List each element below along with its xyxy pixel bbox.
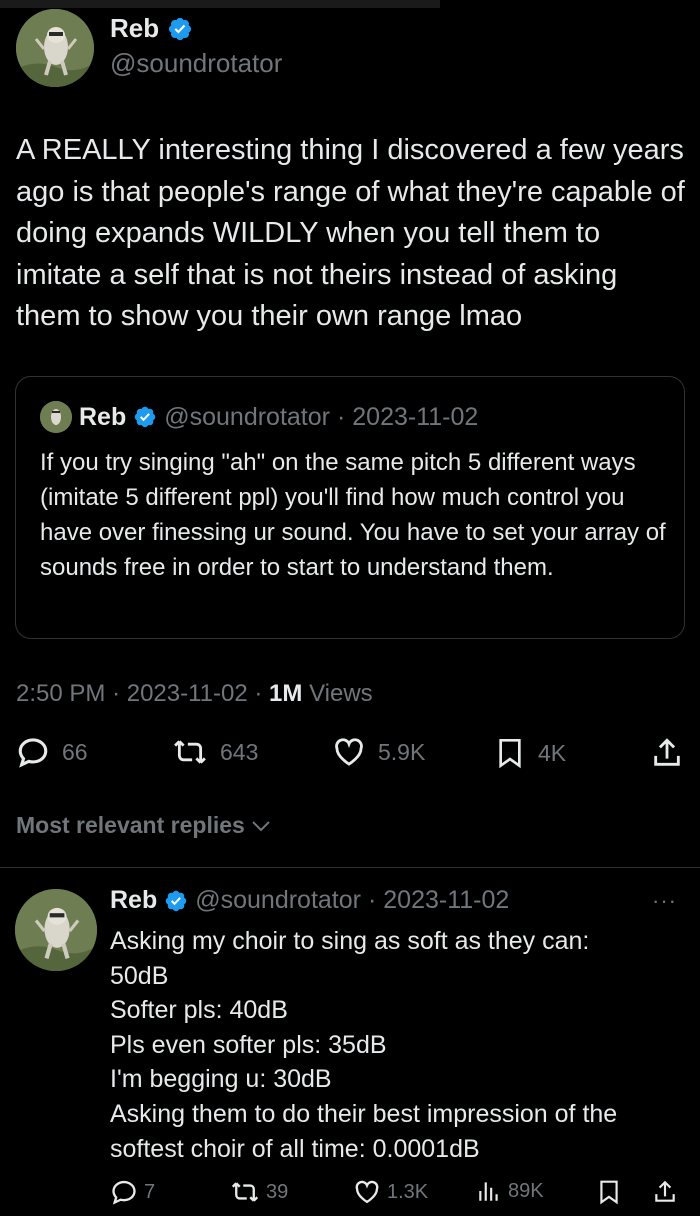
quoted-author-name: Reb [79,402,127,431]
reply-header: Reb @soundrotator · 2023-11-02 [110,886,509,915]
bookmark-button[interactable]: 4K [494,735,566,771]
like-count: 5.9K [378,738,426,765]
reply-line: softest choir of all time: 0.0001dB [110,1134,480,1163]
author-name-row[interactable]: Reb [110,13,193,44]
quoted-tweet-header: Reb @soundrotator · 2023-11-02 [40,401,478,433]
quoted-tweet-date: · 2023-11-02 [336,402,479,431]
reply-icon [112,1180,136,1205]
bookmark-icon [600,1180,618,1205]
verified-badge-icon [165,890,187,911]
quoted-author-avatar [40,401,72,433]
author-avatar[interactable] [16,9,94,87]
verified-badge-icon [134,406,156,428]
bookmark-count: 4K [538,739,567,766]
verified-badge-icon [169,17,192,40]
tweet-action-bar: 66 643 5.9K 4K [16,735,686,775]
section-divider [0,867,700,868]
replies-sort-dropdown[interactable]: Most relevant replies [16,812,271,839]
tweet-meta: 2:50 PM · 2023-11-02 · 1M Views [16,680,373,708]
reply-views-button[interactable]: 89K [476,1178,544,1204]
retweet-icon [174,740,206,764]
reply-date[interactable]: · 2023-11-02 [368,886,509,915]
reply-author-avatar[interactable] [15,889,97,971]
views-label: Views [309,680,373,707]
reply-line: I'm begging u: 30dB [110,1065,332,1094]
quoted-tweet-text: If you try singing "ah" on the same pitc… [40,449,666,581]
reply-reply-button[interactable]: 7 [110,1178,155,1206]
reply-line: Asking them to do their best impression … [110,1099,618,1128]
reply-like-count: 1.3K [387,1180,429,1203]
share-icon [654,738,680,766]
more-options-icon[interactable]: ··· [652,888,677,914]
quoted-tweet[interactable]: Reb @soundrotator · 2023-11-02 If you tr… [15,376,685,639]
tweet-time[interactable]: 2:50 PM [16,680,105,707]
reply-bookmark-button[interactable] [596,1178,622,1206]
retweet-button[interactable]: 643 [172,735,258,769]
reply-button[interactable]: 66 [16,735,88,769]
reply-views-count: 89K [508,1179,544,1202]
tweet-text: A REALLY interesting thing I discovered … [16,134,685,332]
reply-line: Asking my choir to sing as soft as they … [110,927,590,955]
reply-reply-count: 7 [144,1180,156,1203]
share-button[interactable] [650,735,684,771]
reply-line: 50dB [110,961,169,990]
like-button[interactable]: 5.9K [332,735,425,769]
analytics-icon [479,1182,498,1201]
heart-icon [355,1180,379,1204]
reply-share-button[interactable] [652,1178,678,1206]
reply-text: Asking my choir to sing as soft as they … [110,924,690,1166]
retweet-count: 643 [220,738,259,765]
retweet-icon [231,1182,259,1202]
author-name[interactable]: Reb [110,13,159,44]
reply-retweet-count: 39 [266,1180,289,1203]
bookmark-icon [499,739,521,769]
top-status-strip [0,0,440,8]
reply-author-name[interactable]: Reb [110,886,157,915]
reply-line: Pls even softer pls: 35dB [110,1030,387,1059]
replies-sort-label: Most relevant replies [16,812,245,838]
reply-retweet-button[interactable]: 39 [230,1178,288,1206]
quoted-author-handle: @soundrotator [164,402,330,431]
reply-like-button[interactable]: 1.3K [353,1178,428,1206]
reply-author-handle[interactable]: @soundrotator [195,886,361,915]
author-handle[interactable]: @soundrotator [110,48,282,79]
tweet-date[interactable]: · 2023-11-02 · [112,680,262,707]
share-icon [655,1180,675,1202]
chevron-down-icon [252,820,270,831]
views-count: 1M [269,680,303,707]
reply-action-bar: 7 39 1.3K 89K [110,1178,690,1208]
heart-icon [335,738,363,766]
reply-icon [18,738,48,768]
reply-line: Softer pls: 40dB [110,996,288,1025]
reply-count: 66 [62,738,88,765]
